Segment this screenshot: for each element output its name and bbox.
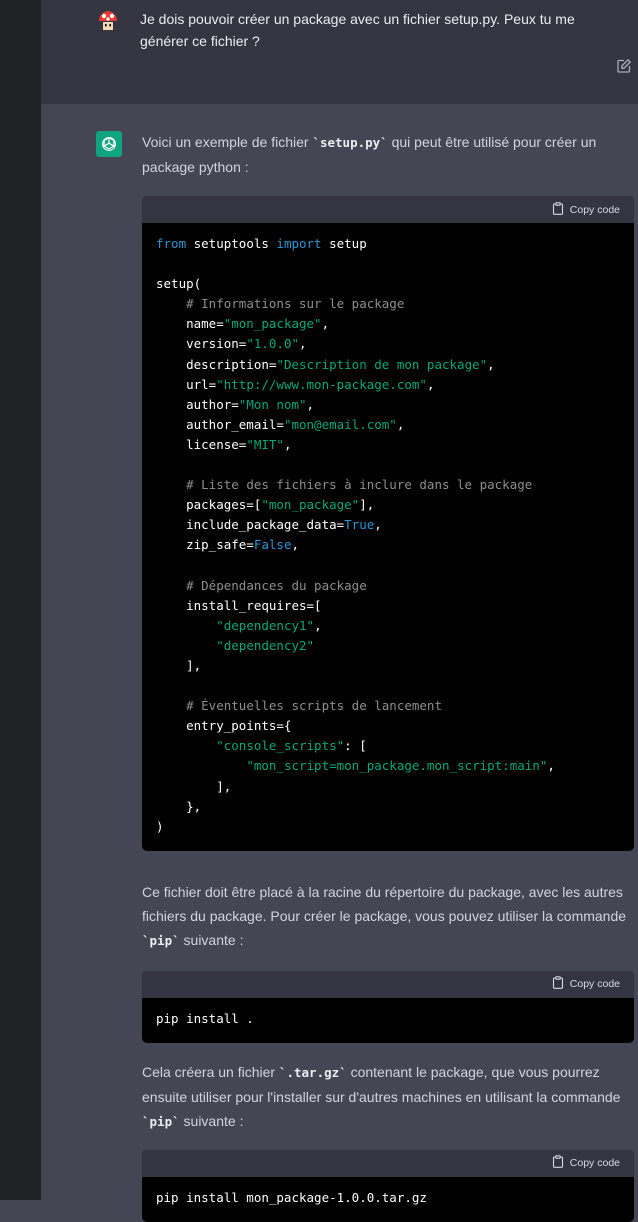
copy-code-button[interactable]: Copy code bbox=[552, 201, 620, 218]
code-block-header: Copy code bbox=[142, 970, 634, 998]
clipboard-icon bbox=[552, 201, 564, 218]
para2-text-before: Ce fichier doit être placé à la racine d… bbox=[142, 883, 627, 924]
code-content: pip install . bbox=[156, 1010, 254, 1026]
intro-text-before: Voici un exemple de fichier bbox=[142, 134, 313, 150]
assistant-paragraph-3: Cela créera un fichier `.tar.gz` contena… bbox=[142, 1060, 634, 1134]
code-block-header: Copy code bbox=[142, 1149, 634, 1177]
user-message-text: Je dois pouvoir créer un package avec un… bbox=[140, 11, 575, 49]
copy-code-label: Copy code bbox=[569, 1157, 620, 1170]
code-content: pip install mon_package-1.0.0.tar.gz bbox=[156, 1189, 427, 1205]
copy-code-button[interactable]: Copy code bbox=[552, 976, 620, 992]
inline-code: `.tar.gz` bbox=[278, 1064, 347, 1080]
code-content: from setuptools import setup setup( # In… bbox=[156, 236, 555, 834]
assistant-message: Voici un exemple de fichier `setup.py` q… bbox=[142, 130, 634, 1222]
inline-code: `pip` bbox=[142, 1113, 180, 1129]
inline-code: `pip` bbox=[142, 932, 180, 948]
copy-code-label: Copy code bbox=[569, 978, 620, 991]
assistant-paragraph-2: Ce fichier doit être placé à la racine d… bbox=[142, 880, 634, 953]
user-message-row: Je dois pouvoir créer un package avec un… bbox=[41, 0, 638, 104]
edit-icon[interactable] bbox=[616, 58, 632, 74]
code-block-setup: Copy code from setuptools import setup s… bbox=[142, 196, 634, 851]
assistant-intro: Voici un exemple de fichier `setup.py` q… bbox=[142, 130, 634, 179]
user-avatar-icon bbox=[97, 10, 119, 32]
copy-code-button[interactable]: Copy code bbox=[552, 1155, 620, 1171]
para3-text-after: suivante : bbox=[179, 1112, 244, 1129]
clipboard-icon bbox=[552, 1155, 564, 1171]
para2-text-after: suivante : bbox=[179, 931, 244, 948]
para3-text-before: Cela créera un fichier bbox=[142, 1063, 279, 1080]
copy-code-label: Copy code bbox=[569, 203, 620, 216]
inline-code: `setup.py` bbox=[312, 135, 388, 150]
code-block-header: Copy code bbox=[142, 196, 634, 223]
code-block-pip-install: Copy code pip install . bbox=[142, 970, 634, 1043]
clipboard-icon bbox=[552, 976, 564, 992]
code-block-pip-install-tar: Copy code pip install mon_package-1.0.0.… bbox=[142, 1149, 634, 1222]
sidebar-rail bbox=[0, 0, 41, 1200]
openai-logo-icon bbox=[96, 131, 122, 157]
